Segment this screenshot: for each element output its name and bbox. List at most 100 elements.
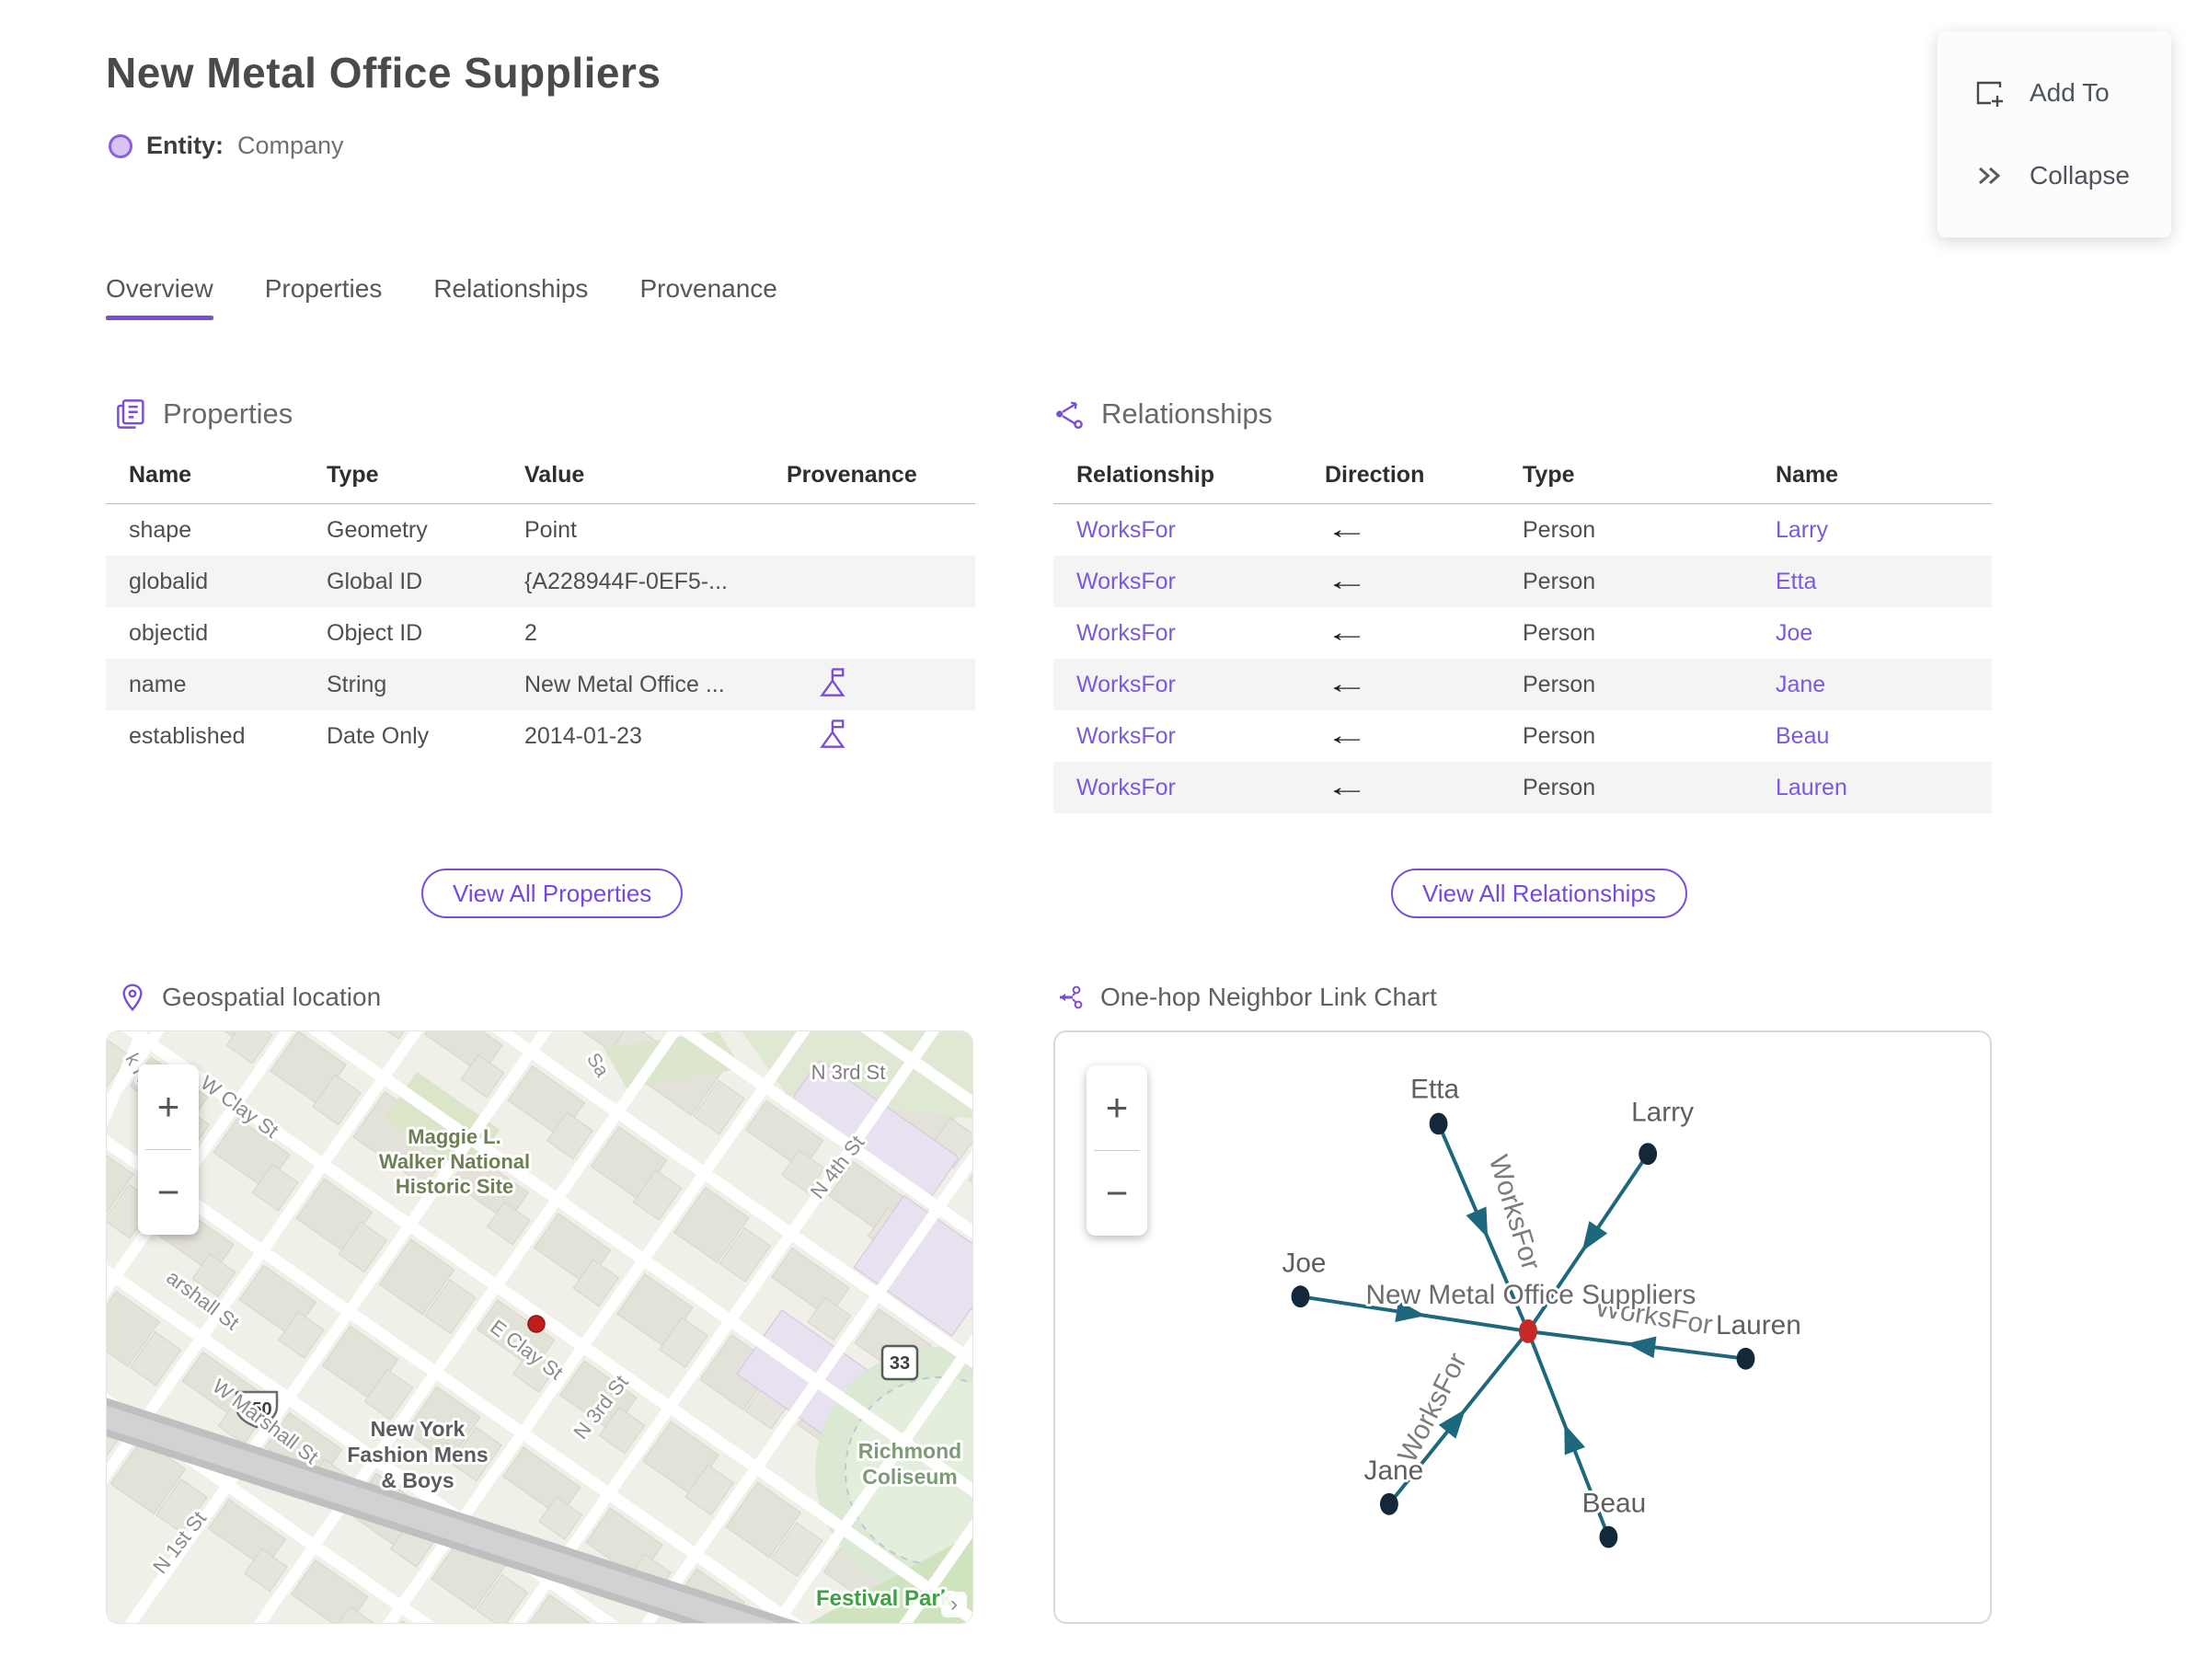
tab-bar: Overview Properties Relationships Provenanc… [106, 274, 777, 320]
svg-text:Walker National: Walker National [379, 1150, 530, 1173]
chart-node-label: Jane [1364, 1456, 1424, 1486]
entity-label: Entity: [146, 132, 224, 159]
add-to-icon [1976, 81, 2003, 107]
esri-attribution-toggle[interactable]: › [941, 1592, 967, 1617]
property-provenance [764, 659, 975, 710]
relationships-section-header: Relationships [1053, 397, 1272, 431]
svg-text:Historic Site: Historic Site [396, 1175, 513, 1198]
property-type: Global ID [327, 568, 423, 594]
property-row: name String New Metal Office ... [106, 659, 975, 710]
properties-icon [117, 399, 144, 429]
provenance-flag-icon[interactable] [819, 718, 848, 749]
property-value: New Metal Office ... [524, 671, 725, 697]
relationship-link[interactable]: WorksFor [1076, 775, 1176, 800]
property-value: 2014-01-23 [524, 722, 642, 749]
related-entity-link[interactable]: Lauren [1776, 775, 1847, 800]
chart-center-label: New Metal Office Suppliers [1366, 1280, 1696, 1310]
related-entity-link[interactable]: Etta [1776, 569, 1816, 594]
chart-node-jane[interactable] [1379, 1492, 1398, 1515]
direction-arrow-icon: ← [1325, 514, 1369, 545]
map-canvas: 25033k RdW Clay StSaN 3rd StN 4th StMagg… [107, 1031, 972, 1623]
property-row: objectid Object ID 2 [106, 607, 975, 659]
chart-node-label: Lauren [1716, 1310, 1801, 1341]
property-name: globalid [129, 568, 209, 594]
chart-edge-arrow [1581, 1221, 1608, 1252]
geospatial-map[interactable]: 25033k RdW Clay StSaN 3rd StN 4th StMagg… [106, 1030, 973, 1624]
property-name: established [129, 722, 246, 749]
relationship-type: Person [1523, 619, 1596, 646]
one-hop-link-chart[interactable]: WorksFor WorksFor WorksFor Etta Larry Joe Laur… [1053, 1030, 1992, 1624]
tab-relationships[interactable]: Relationships [433, 274, 588, 320]
chart-node-etta[interactable] [1429, 1112, 1448, 1135]
chart-edge-label: WorksFor [1483, 1152, 1547, 1274]
related-entity-link[interactable]: Joe [1776, 620, 1812, 646]
property-row: established Date Only 2014-01-23 [106, 710, 975, 762]
chart-node-larry[interactable] [1639, 1143, 1658, 1166]
related-entity-link[interactable]: Jane [1776, 672, 1825, 697]
geospatial-section-header: Geospatial location [118, 983, 381, 1012]
chart-center-node[interactable] [1519, 1319, 1537, 1343]
svg-text:Fashion Mens: Fashion Mens [347, 1443, 488, 1467]
relationship-type: Person [1523, 671, 1596, 697]
relationship-link[interactable]: WorksFor [1076, 672, 1176, 697]
tab-overview[interactable]: Overview [106, 274, 213, 320]
entity-type-value: Company [237, 132, 344, 159]
svg-text:Coliseum: Coliseum [862, 1465, 958, 1489]
map-location-marker[interactable] [527, 1315, 546, 1333]
svg-text:New York: New York [371, 1417, 466, 1441]
relationship-link[interactable]: WorksFor [1076, 620, 1176, 646]
relationship-row: WorksFor ← Person Joe [1053, 607, 1992, 659]
map-zoom-in-button[interactable]: + [138, 1064, 199, 1149]
chart-zoom-in-button[interactable]: + [1087, 1065, 1147, 1150]
property-type: Date Only [327, 722, 430, 749]
property-row: globalid Global ID {A228944F-0EF5-... [106, 556, 975, 607]
chart-node-joe[interactable] [1291, 1285, 1310, 1308]
related-entity-link[interactable]: Beau [1776, 723, 1829, 749]
svg-text:Festival Park: Festival Park [816, 1586, 953, 1611]
chart-edge-arrow [1466, 1206, 1489, 1238]
property-provenance [764, 556, 975, 607]
property-provenance [764, 607, 975, 659]
properties-table: Name Type Value Provenance shape Geometry Poi… [106, 449, 975, 762]
tab-provenance[interactable]: Provenance [639, 274, 776, 320]
entity-row: Entity: Company [109, 132, 344, 160]
chart-zoom-control: + − [1087, 1065, 1147, 1236]
column-header: Type [304, 449, 501, 504]
direction-arrow-icon: ← [1325, 566, 1369, 596]
chart-node-label: Larry [1631, 1097, 1694, 1127]
chart-zoom-out-button[interactable]: − [1087, 1151, 1147, 1236]
relationships-table: Relationship Direction Type Name WorksFor ← P… [1053, 449, 1992, 813]
map-label: N 3rd St [809, 1058, 889, 1087]
relationship-link[interactable]: WorksFor [1076, 517, 1176, 543]
chart-node-lauren[interactable] [1736, 1347, 1755, 1370]
collapse-button[interactable]: Collapse [1938, 159, 2171, 192]
relationship-type: Person [1523, 568, 1596, 594]
relationships-icon [1056, 401, 1083, 430]
entity-type-icon [109, 133, 132, 158]
relationship-link[interactable]: WorksFor [1076, 723, 1176, 749]
relationship-row: WorksFor ← Person Larry [1053, 504, 1992, 557]
double-chevron-right-icon [1979, 167, 2001, 185]
add-to-button[interactable]: Add To [1938, 76, 2171, 109]
view-all-properties-button[interactable]: View All Properties [421, 869, 684, 918]
relationship-link[interactable]: WorksFor [1076, 569, 1176, 594]
property-value: {A228944F-0EF5-... [524, 568, 728, 594]
svg-text:Richmond: Richmond [858, 1439, 961, 1463]
property-value: 2 [524, 619, 537, 646]
page-title: New Metal Office Suppliers [106, 49, 661, 97]
column-header: Type [1500, 449, 1753, 504]
column-header: Name [106, 449, 304, 504]
related-entity-link[interactable]: Larry [1776, 517, 1828, 543]
provenance-flag-icon[interactable] [819, 666, 848, 697]
chart-node-label: Joe [1282, 1248, 1326, 1278]
view-all-relationships-button[interactable]: View All Relationships [1391, 869, 1687, 918]
property-value: Point [524, 516, 577, 543]
property-provenance [764, 710, 975, 762]
property-type: Object ID [327, 619, 423, 646]
chart-node-beau[interactable] [1599, 1525, 1618, 1548]
tab-properties[interactable]: Properties [265, 274, 383, 320]
property-provenance [764, 504, 975, 557]
direction-arrow-icon: ← [1325, 720, 1369, 751]
map-zoom-out-button[interactable]: − [138, 1150, 199, 1235]
column-header: Relationship [1053, 449, 1302, 504]
